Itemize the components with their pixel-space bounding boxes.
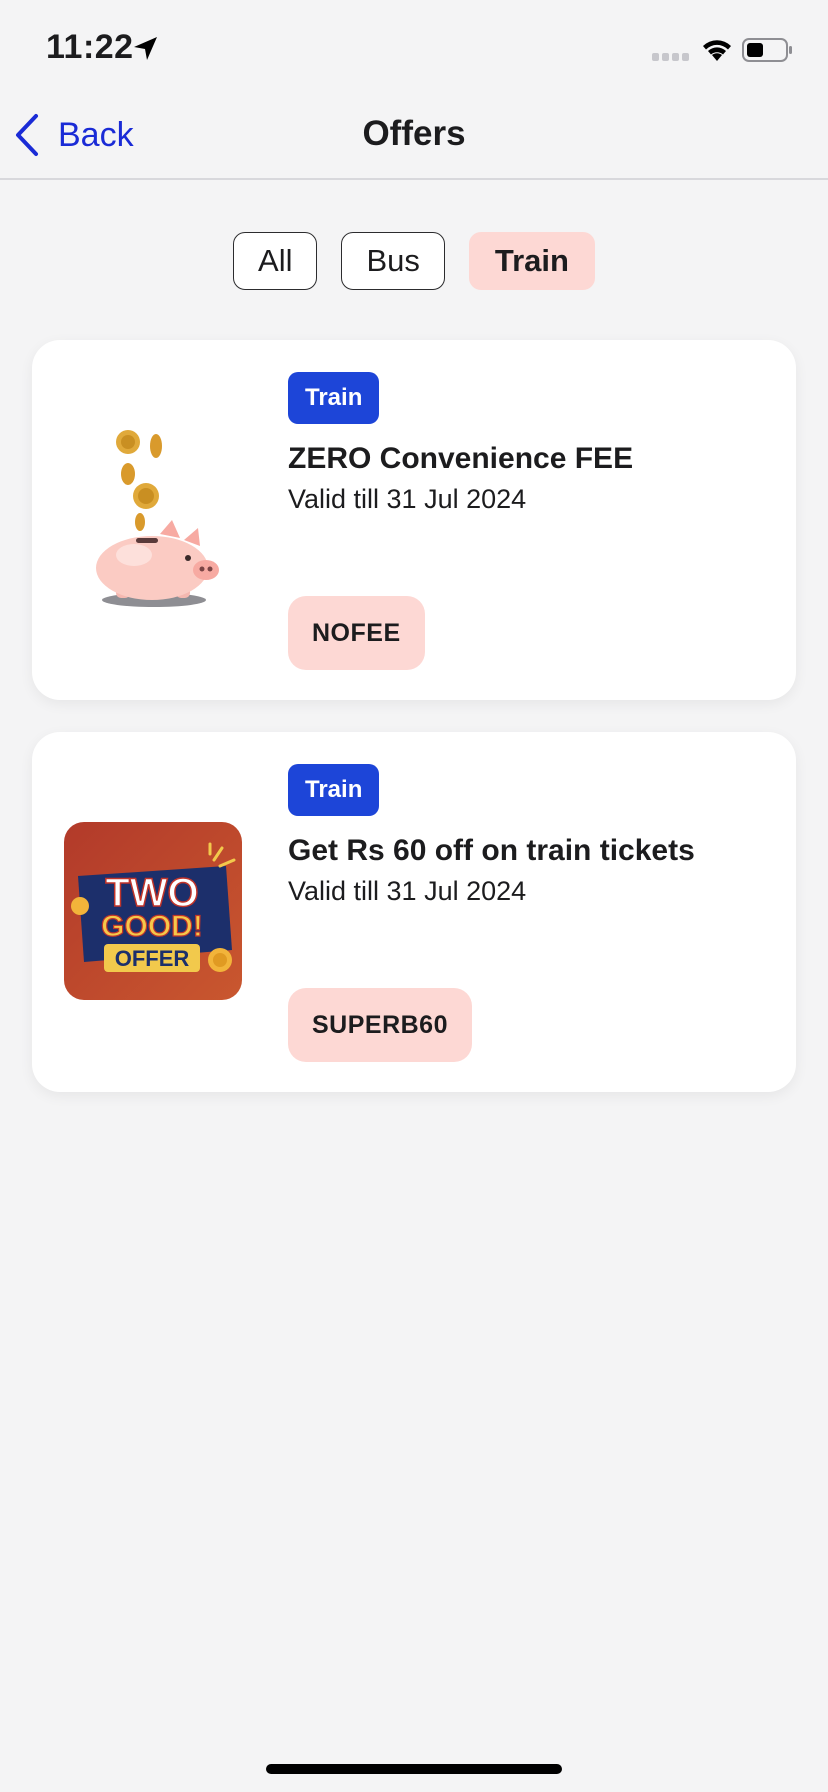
promo-code-button[interactable]: SUPERB60 — [288, 988, 472, 1062]
filter-chip-train[interactable]: Train — [468, 232, 595, 290]
status-time: 11:22 — [46, 28, 134, 66]
filter-chip-bus[interactable]: Bus — [341, 232, 445, 290]
page-title: Offers — [362, 114, 466, 153]
status-bar: 11:22 — [0, 0, 828, 100]
filter-chips: All Bus Train — [0, 232, 828, 290]
logo-text-good: GOOD! — [101, 910, 203, 943]
logo-text-offer: OFFER — [115, 946, 190, 971]
filter-chip-all[interactable]: All — [233, 232, 318, 290]
wifi-icon — [703, 40, 731, 61]
location-arrow-icon — [134, 37, 157, 60]
offer-title: Get Rs 60 off on train tickets — [288, 834, 695, 867]
offer-card[interactable]: Train ZERO Convenience FEE Valid till 31… — [32, 340, 796, 700]
battery-icon — [742, 38, 792, 62]
category-badge: Train — [288, 764, 380, 816]
offer-card[interactable]: TWO GOOD! OFFER Train Get Rs 60 off on t… — [32, 732, 796, 1092]
offer-validity: Valid till 31 Jul 2024 — [288, 484, 527, 514]
offer-title: ZERO Convenience FEE — [288, 442, 634, 475]
offer-validity: Valid till 31 Jul 2024 — [288, 876, 527, 906]
piggy-bank-coins-icon — [96, 430, 219, 607]
two-good-offer-logo-icon: TWO GOOD! OFFER — [64, 822, 242, 1000]
logo-text-two: TWO — [105, 871, 198, 915]
category-badge: Train — [288, 372, 380, 424]
promo-code-button[interactable]: NOFEE — [288, 596, 425, 670]
home-indicator — [266, 1764, 562, 1774]
navigation-bar: Back Offers — [0, 100, 828, 180]
cellular-signal-icon — [652, 53, 689, 61]
